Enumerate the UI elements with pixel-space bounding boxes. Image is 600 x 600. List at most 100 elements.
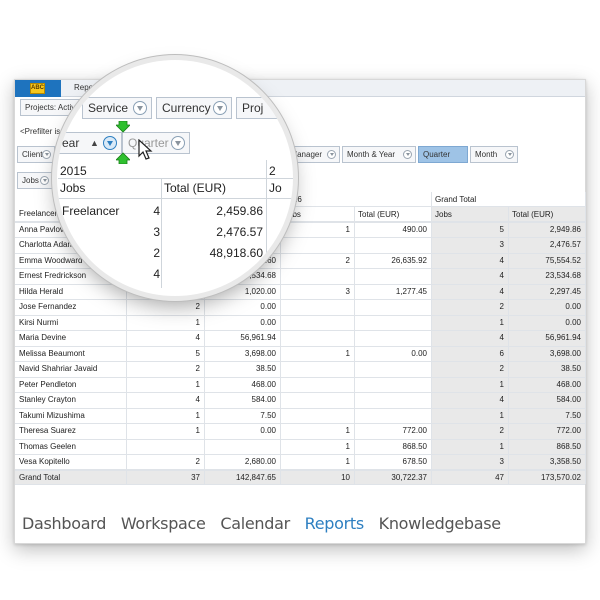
jobs-grand-total-cell: 1 [499, 410, 504, 420]
jobs-2016-cell [280, 299, 354, 314]
jobs-2015-cell: 1 [195, 317, 200, 327]
mag-total-cell: 48,918.60 [209, 246, 263, 260]
total-grand-total-cell: 23,534.68 [545, 271, 581, 280]
total-2016-cell [354, 299, 431, 314]
funnel-icon[interactable] [505, 150, 514, 159]
sort-ascending-icon[interactable]: ▲ [90, 133, 99, 153]
field-client[interactable]: Client [17, 146, 55, 163]
row-label[interactable]: Theresa Suarez [15, 423, 126, 438]
mag-jobs-cell: 2 [153, 246, 160, 260]
row-label[interactable]: Melissa Beaumont [15, 346, 126, 361]
jobs-grand-total-cell: 4 [499, 271, 504, 280]
data-field-jobs[interactable]: Jobs [17, 172, 53, 189]
mag-jobs-header: Jobs [60, 181, 86, 195]
mag-filter-proj[interactable]: Proj [236, 97, 293, 119]
jobs-2016-cell [280, 330, 354, 345]
field-quarter-active[interactable]: Quarter [418, 146, 468, 163]
field-label: Quarter [423, 150, 451, 159]
total-2016-cell: 772.00 [402, 426, 427, 435]
row-label[interactable]: Thomas Geelen [15, 439, 126, 454]
jobs-2015-cell: 1 [195, 426, 200, 435]
mag-field-year[interactable]: ear ▲ [57, 132, 122, 154]
jobs-grand-total-cell: 3 [499, 457, 504, 466]
row-label[interactable]: Vesa Kopitello [15, 454, 126, 469]
total-2015-cell: 468.00 [251, 379, 276, 389]
total-2015-cell: 584.00 [251, 395, 276, 404]
mag-filter-service[interactable]: Service [82, 97, 152, 119]
nav-knowledgebase[interactable]: Knowledgebase [379, 514, 502, 533]
jobs-2016-cell: 1 [345, 426, 350, 435]
jobs-2015-cell: 4 [195, 395, 200, 404]
total-2015-cell [204, 439, 280, 454]
mag-jobs-header-next: Jo [269, 181, 282, 195]
total-2016-cell [354, 330, 431, 345]
jobs-2015-cell: 5 [195, 348, 200, 358]
mag-total-header: Total (EUR) [164, 181, 227, 195]
funnel-icon[interactable] [213, 101, 227, 115]
funnel-icon[interactable] [42, 150, 51, 159]
jobs-2015-cell [126, 439, 204, 454]
jobs-grand-total-cell: 4 [499, 395, 504, 404]
row-label[interactable]: Kirsi Nurmi [15, 315, 126, 330]
jobs-grand-total-cell: 1 [499, 441, 504, 451]
filter-label: Currency [162, 101, 211, 115]
mag-field-quarter-drag[interactable]: Quarter [122, 132, 190, 154]
field-month[interactable]: Month [470, 146, 518, 163]
total-grand-total-cell: 468.00 [556, 379, 581, 389]
grid-line [266, 160, 267, 290]
bottom-nav: Dashboard Workspace Calendar Reports Kno… [22, 514, 511, 534]
nav-dashboard[interactable]: Dashboard [22, 514, 106, 533]
nav-reports[interactable]: Reports [305, 514, 365, 533]
funnel-icon[interactable] [133, 101, 147, 115]
total-2016-cell: 678.50 [402, 457, 427, 466]
row-label[interactable]: Takumi Mizushima [15, 408, 126, 423]
jobs-2015-cell: 4 [195, 333, 200, 342]
row-label[interactable]: Stanley Crayton [15, 392, 126, 407]
jobs-2016-cell [280, 315, 354, 330]
row-label[interactable]: Jose Fernandez [15, 299, 126, 314]
nav-workspace[interactable]: Workspace [121, 514, 206, 533]
total-2016-cell [354, 237, 431, 252]
mag-filter-currency[interactable]: Currency [156, 97, 232, 119]
nav-calendar[interactable]: Calendar [220, 514, 290, 533]
total-2015-cell: 0.00 [260, 317, 276, 327]
total-2016-cell [354, 361, 431, 376]
mag-total-cell: 2,459.86 [216, 204, 263, 218]
total-2016-cell: 0.00 [411, 348, 427, 358]
jobs-grand-total-cell: 1 [499, 379, 504, 389]
row-label[interactable]: Maria Devine [15, 330, 126, 345]
field-month-year[interactable]: Month & Year [342, 146, 416, 163]
funnel-icon[interactable] [171, 136, 185, 150]
jobs-grand-total-cell: 47 [495, 472, 504, 482]
jobs-2016-cell: 1 [345, 457, 350, 466]
funnel-icon[interactable] [403, 150, 412, 159]
field-label: Client [22, 150, 43, 159]
jobs-2015-cell: 1 [195, 379, 200, 389]
pivot-grid: Projects: Active Service <Prefilter is P… [0, 0, 600, 600]
total-grand-total-cell: 38.50 [560, 364, 581, 373]
total-2015-cell: 56,961.94 [240, 333, 276, 342]
jobs-grand-total-cell: 3 [499, 240, 504, 249]
total-grand-total-cell: 2,476.57 [549, 240, 581, 249]
funnel-icon[interactable] [327, 150, 336, 159]
mag-jobs-cell: 3 [153, 225, 160, 239]
row-label[interactable]: Peter Pendleton [15, 377, 126, 392]
total-grand-total-cell: 868.50 [556, 441, 581, 451]
field-label: ear [62, 136, 80, 150]
funnel-icon[interactable] [40, 176, 49, 185]
total-grand-total-cell: 75,554.52 [545, 255, 581, 265]
field-label: Month [475, 150, 498, 159]
jobs-grand-total-cell: 1 [499, 317, 504, 327]
drop-target-down-icon [116, 121, 130, 133]
row-label[interactable]: Navid Shahriar Javaid [15, 361, 126, 376]
funnel-active-icon[interactable] [103, 136, 117, 150]
jobs-grand-total-cell: 2 [499, 302, 504, 311]
mag-total-cell: 2,476.57 [216, 225, 263, 239]
field-label: Month & Year [347, 150, 396, 159]
data-field-label: Jobs [22, 176, 39, 185]
jobs-2016-cell [280, 361, 354, 376]
total-2015-cell: 0.00 [260, 302, 276, 311]
jobs-2016-cell [280, 408, 354, 423]
row-label[interactable]: Grand Total [15, 470, 126, 485]
jobs-2016-cell: 1 [345, 441, 350, 451]
